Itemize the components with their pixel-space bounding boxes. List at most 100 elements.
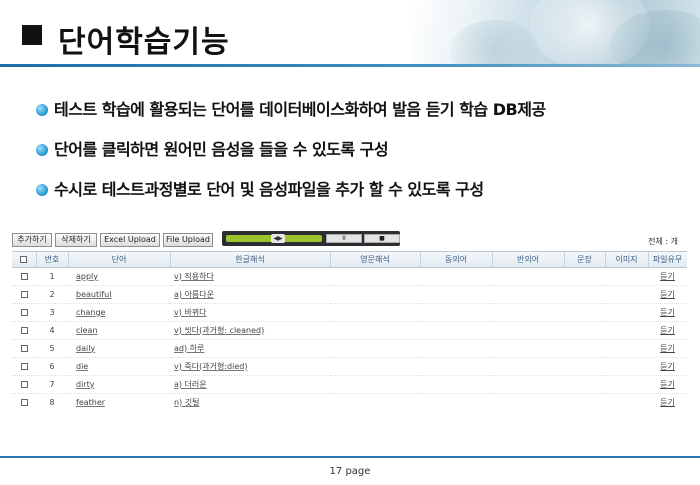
row-number: 4 <box>36 321 68 340</box>
antonym-cell <box>492 357 564 376</box>
listen-link[interactable]: 듣기 <box>648 357 687 376</box>
column-header[interactable]: 파일유무 <box>648 252 687 268</box>
row-checkbox[interactable] <box>12 321 36 340</box>
image-cell <box>605 303 648 322</box>
listen-link[interactable]: 듣기 <box>648 285 687 304</box>
antonym-cell <box>492 267 564 286</box>
word-link[interactable]: change <box>68 303 170 322</box>
slide-header: 단어학습기능 <box>0 0 700 67</box>
column-header[interactable]: 동의어 <box>420 252 493 268</box>
english-meaning-cell <box>330 321 420 340</box>
row-number: 6 <box>36 357 68 376</box>
table-row[interactable]: 2 beautiful a) 아름다운 듣기 <box>12 285 687 304</box>
delete-button[interactable]: 삭제하기 <box>55 233 97 247</box>
listen-link[interactable]: 듣기 <box>648 321 687 340</box>
stop-button[interactable]: ■ <box>364 234 400 243</box>
sentence-cell <box>564 339 605 358</box>
word-link[interactable]: feather <box>68 393 170 408</box>
table-row[interactable]: 1 apply v) 적용하다 듣기 <box>12 267 687 286</box>
row-checkbox[interactable] <box>12 267 36 286</box>
file-upload-button[interactable]: File Upload <box>163 233 213 247</box>
listen-link[interactable]: 듣기 <box>648 303 687 322</box>
antonym-cell <box>492 303 564 322</box>
column-header[interactable]: 영문해석 <box>330 252 421 268</box>
synonym-cell <box>420 321 492 340</box>
listen-link[interactable]: 듣기 <box>648 375 687 394</box>
meaning-link[interactable]: v) 씻다(과거형: cleaned) <box>170 321 330 340</box>
sentence-cell <box>564 285 605 304</box>
pause-button[interactable]: II <box>326 234 362 243</box>
english-meaning-cell <box>330 267 420 286</box>
table-row[interactable]: 3 change v) 바뀌다 듣기 <box>12 303 687 322</box>
column-header[interactable]: 이미지 <box>605 252 649 268</box>
word-link[interactable]: clean <box>68 321 170 340</box>
row-checkbox[interactable] <box>12 285 36 304</box>
word-link[interactable]: die <box>68 357 170 376</box>
synonym-cell <box>420 303 492 322</box>
column-header[interactable]: 반의어 <box>492 252 565 268</box>
title-square-icon <box>22 25 42 45</box>
feature-list: 테스트 학습에 활용되는 단어를 데이터베이스화하여 발음 듣기 학습 DB제공… <box>36 96 696 216</box>
header-decoration-image <box>410 0 700 66</box>
column-header[interactable]: 문장 <box>564 252 606 268</box>
bullet-icon <box>36 184 48 196</box>
image-cell <box>605 339 648 358</box>
excel-upload-button[interactable]: Excel Upload <box>100 233 160 247</box>
select-all-checkbox[interactable] <box>12 252 37 268</box>
row-checkbox[interactable] <box>12 339 36 358</box>
word-link[interactable]: beautiful <box>68 285 170 304</box>
row-number: 5 <box>36 339 68 358</box>
row-checkbox[interactable] <box>12 375 36 394</box>
row-checkbox[interactable] <box>12 357 36 376</box>
sentence-cell <box>564 321 605 340</box>
table-header-row: 번호 단어 한글해석 영문해석 동의어 반의어 문장 이미지 파일유무 <box>12 252 687 268</box>
column-header[interactable]: 번호 <box>36 252 69 268</box>
row-number: 2 <box>36 285 68 304</box>
audio-seek-handle[interactable]: ◀▶ <box>271 234 285 243</box>
word-link[interactable]: apply <box>68 267 170 286</box>
feature-text: 수시로 테스트과정별로 단어 및 음성파일을 추가 할 수 있도록 구성 <box>54 180 484 199</box>
page-number: 17 page <box>329 466 371 477</box>
total-count: 전체 : 개 <box>648 237 678 246</box>
listen-link[interactable]: 듣기 <box>648 339 687 358</box>
sentence-cell <box>564 375 605 394</box>
meaning-link[interactable]: v) 적용하다 <box>170 267 330 286</box>
image-cell <box>605 393 648 408</box>
antonym-cell <box>492 339 564 358</box>
table-row[interactable]: 4 clean v) 씻다(과거형: cleaned) 듣기 <box>12 321 687 340</box>
feature-item: 수시로 테스트과정별로 단어 및 음성파일을 추가 할 수 있도록 구성 <box>36 176 696 216</box>
meaning-link[interactable]: a) 더러운 <box>170 375 330 394</box>
image-cell <box>605 375 648 394</box>
column-header[interactable]: 한글해석 <box>170 252 331 268</box>
table-row[interactable]: 5 daily ad) 하루 듣기 <box>12 339 687 358</box>
feature-item: 단어를 클릭하면 원어민 음성을 들을 수 있도록 구성 <box>36 136 696 176</box>
row-number: 7 <box>36 375 68 394</box>
meaning-link[interactable]: ad) 하루 <box>170 339 330 358</box>
word-link[interactable]: daily <box>68 339 170 358</box>
row-number: 8 <box>36 393 68 408</box>
table-row[interactable]: 8 feather n) 깃털 듣기 <box>12 393 687 408</box>
synonym-cell <box>420 339 492 358</box>
row-checkbox[interactable] <box>12 393 36 408</box>
sentence-cell <box>564 303 605 322</box>
synonym-cell <box>420 393 492 408</box>
english-meaning-cell <box>330 375 420 394</box>
column-header[interactable]: 단어 <box>68 252 171 268</box>
add-button[interactable]: 추가하기 <box>12 233 52 247</box>
word-link[interactable]: dirty <box>68 375 170 394</box>
table-row[interactable]: 6 die v) 죽다(과거형:died) 듣기 <box>12 357 687 376</box>
antonym-cell <box>492 321 564 340</box>
bullet-icon <box>36 144 48 156</box>
row-checkbox[interactable] <box>12 303 36 322</box>
meaning-link[interactable]: a) 아름다운 <box>170 285 330 304</box>
meaning-link[interactable]: v) 죽다(과거형:died) <box>170 357 330 376</box>
listen-link[interactable]: 듣기 <box>648 393 687 408</box>
antonym-cell <box>492 393 564 408</box>
table-row[interactable]: 7 dirty a) 더러운 듣기 <box>12 375 687 394</box>
synonym-cell <box>420 267 492 286</box>
meaning-link[interactable]: n) 깃털 <box>170 393 330 408</box>
antonym-cell <box>492 285 564 304</box>
listen-link[interactable]: 듣기 <box>648 267 687 286</box>
synonym-cell <box>420 285 492 304</box>
meaning-link[interactable]: v) 바뀌다 <box>170 303 330 322</box>
